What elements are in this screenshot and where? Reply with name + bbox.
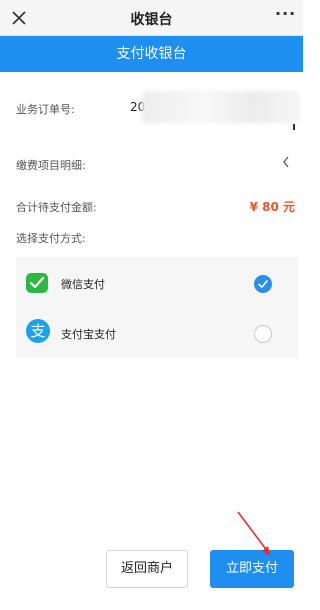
total-amount-label: 合计待支付金额: [16,201,97,214]
payment-option-label: 微信支付 [61,278,105,291]
alipay-icon: 支 [26,319,50,343]
pay-now-button[interactable]: 立即支付 [210,550,294,588]
return-to-merchant-button[interactable]: 返回商户 [106,550,188,588]
payment-option-wechat[interactable]: 微信支付 [16,259,298,307]
order-number-edge [293,124,295,130]
top-bar: 收银台 ··· [0,0,303,36]
banner-title: 支付收银台 [0,36,303,72]
wechat-pay-icon [26,273,48,293]
payment-options: 微信支付 支 支付宝支付 [16,257,298,358]
radio-checked[interactable] [254,275,272,293]
order-number-label: 业务订单号: [16,103,75,116]
page-title: 收银台 [130,12,173,28]
check-icon [258,280,268,288]
payment-method-label: 选择支付方式: [16,232,86,245]
chevron-left-icon[interactable] [281,155,291,169]
more-options-icon[interactable]: ··· [275,6,295,26]
total-amount-value: ¥ 80 元 [249,200,295,214]
payment-option-label: 支付宝支付 [61,328,116,341]
items-detail-label: 缴费项目明细: [16,159,86,172]
payment-option-alipay[interactable]: 支 支付宝支付 [16,309,298,357]
order-number-redaction [142,91,300,123]
radio-unchecked[interactable] [254,325,272,343]
